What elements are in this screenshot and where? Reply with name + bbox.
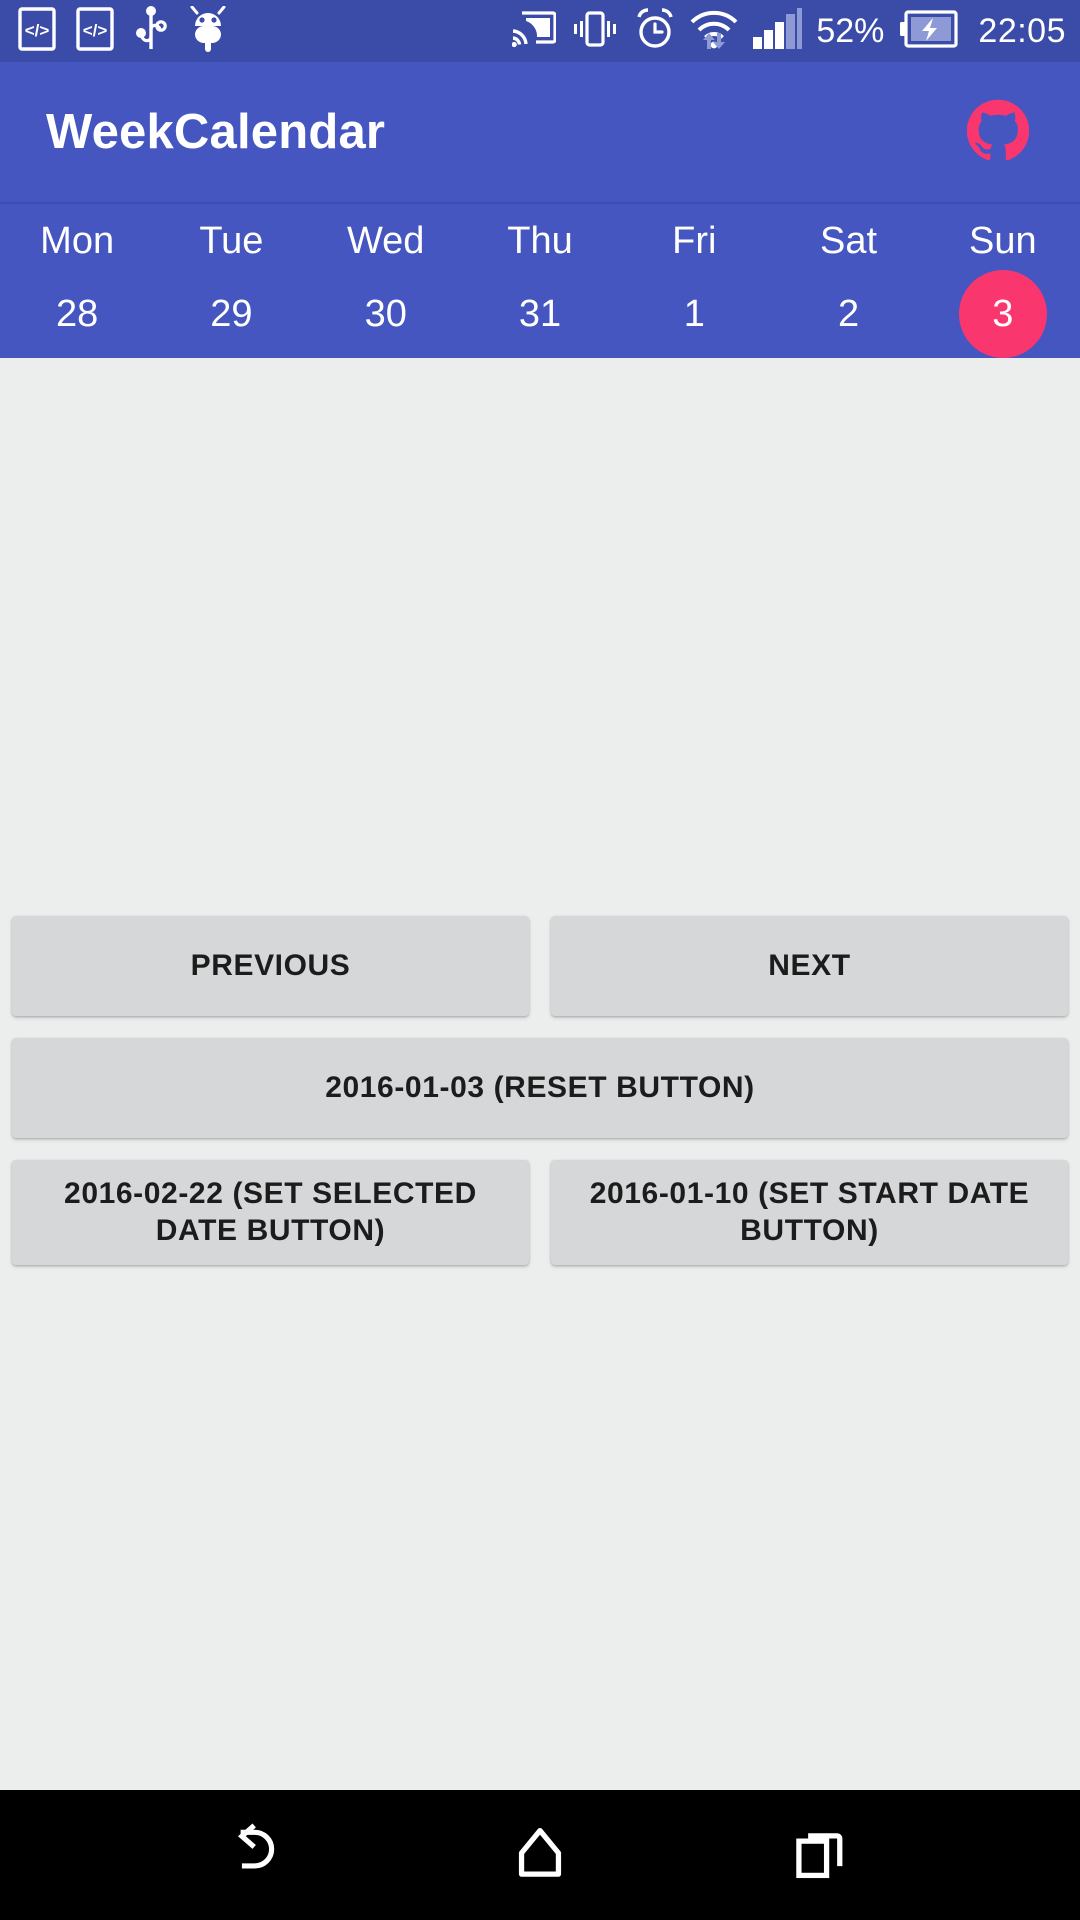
day-number[interactable]: 30 — [342, 270, 430, 358]
wifi-icon — [690, 7, 738, 56]
home-icon — [511, 1824, 569, 1887]
reset-button[interactable]: 2016-01-03 (RESET BUTTON) — [12, 1038, 1068, 1138]
system-navigation-bar — [0, 1790, 1080, 1920]
vibrate-icon — [570, 9, 620, 54]
day-cell-mon[interactable]: 28 — [0, 270, 154, 358]
cast-icon — [511, 9, 557, 54]
nav-button-row: PREVIOUS NEXT — [12, 916, 1068, 1016]
status-bar-left-icons: </> </> — [18, 5, 228, 57]
app-bar: WeekCalendar — [0, 62, 1080, 202]
day-number[interactable]: 1 — [650, 270, 738, 358]
recents-button[interactable] — [760, 1795, 880, 1915]
next-button[interactable]: NEXT — [551, 916, 1068, 1016]
android-debug-icon — [188, 5, 228, 57]
day-number[interactable]: 2 — [805, 270, 893, 358]
status-bar-clock: 22:05 — [978, 12, 1066, 50]
svg-text:</>: </> — [83, 21, 108, 40]
recents-icon — [791, 1824, 849, 1887]
date-setter-button-row: 2016-02-22 (SET SELECTED DATE BUTTON) 20… — [12, 1160, 1068, 1265]
weekday-label: Thu — [507, 220, 573, 262]
weekday-label: Sun — [969, 220, 1037, 262]
day-number[interactable]: 31 — [496, 270, 584, 358]
day-number-selected[interactable]: 3 — [958, 270, 1047, 358]
weekday-label: Mon — [40, 220, 115, 262]
alarm-icon — [634, 7, 676, 55]
day-number[interactable]: 28 — [33, 270, 121, 358]
developer-code-icon-1: </> — [18, 6, 56, 56]
day-cell-fri[interactable]: 1 — [617, 270, 771, 358]
day-cell-sat[interactable]: 2 — [771, 270, 925, 358]
usb-icon — [134, 5, 168, 57]
day-cell-thu[interactable]: 31 — [463, 270, 617, 358]
cellular-signal-icon — [752, 7, 803, 55]
main-content: PREVIOUS NEXT 2016-01-03 (RESET BUTTON) … — [0, 358, 1080, 1790]
app-bar-actions — [950, 84, 1046, 180]
day-number[interactable]: 29 — [187, 270, 275, 358]
weekday-cell-mon: Mon — [0, 212, 154, 270]
weekday-cell-sat: Sat — [771, 212, 925, 270]
day-number-row: 28 29 30 31 1 2 3 — [0, 270, 1080, 358]
weekday-cell-wed: Wed — [309, 212, 463, 270]
home-button[interactable] — [480, 1795, 600, 1915]
github-octocat-icon — [966, 99, 1030, 166]
developer-code-icon-2: </> — [76, 6, 114, 56]
battery-charging-icon — [900, 9, 959, 53]
weekday-label: Wed — [346, 220, 425, 262]
previous-button[interactable]: PREVIOUS — [12, 916, 529, 1016]
battery-percent-label: 52% — [816, 12, 885, 50]
weekday-label: Sat — [820, 220, 878, 262]
github-button[interactable] — [950, 84, 1046, 180]
weekday-cell-fri: Fri — [617, 212, 771, 270]
set-selected-date-button[interactable]: 2016-02-22 (SET SELECTED DATE BUTTON) — [12, 1160, 529, 1265]
status-bar-right-icons: 52% 22:05 — [511, 7, 1066, 56]
svg-text:</>: </> — [25, 21, 50, 40]
day-cell-tue[interactable]: 29 — [154, 270, 308, 358]
weekday-cell-tue: Tue — [154, 212, 308, 270]
weekday-cell-thu: Thu — [463, 212, 617, 270]
weekday-label: Tue — [199, 220, 264, 262]
reset-button-row: 2016-01-03 (RESET BUTTON) — [12, 1038, 1068, 1138]
weekday-cell-sun: Sun — [926, 212, 1080, 270]
page-title: WeekCalendar — [46, 105, 386, 159]
weekday-label: Fri — [672, 220, 717, 262]
back-icon — [229, 1822, 291, 1889]
phone-screen: </> </> 52% 22:05 WeekCalendar Mon Tue W… — [0, 0, 1080, 1920]
weekday-header-row: Mon Tue Wed Thu Fri Sat Sun — [0, 212, 1080, 270]
day-cell-wed[interactable]: 30 — [309, 270, 463, 358]
status-bar: </> </> 52% 22:05 — [0, 0, 1080, 62]
back-button[interactable] — [200, 1795, 320, 1915]
week-calendar[interactable]: Mon Tue Wed Thu Fri Sat Sun 28 29 30 31 … — [0, 202, 1080, 358]
set-start-date-button[interactable]: 2016-01-10 (SET START DATE BUTTON) — [551, 1160, 1068, 1265]
button-panel: PREVIOUS NEXT 2016-01-03 (RESET BUTTON) … — [0, 916, 1080, 1287]
day-cell-sun[interactable]: 3 — [926, 270, 1080, 358]
